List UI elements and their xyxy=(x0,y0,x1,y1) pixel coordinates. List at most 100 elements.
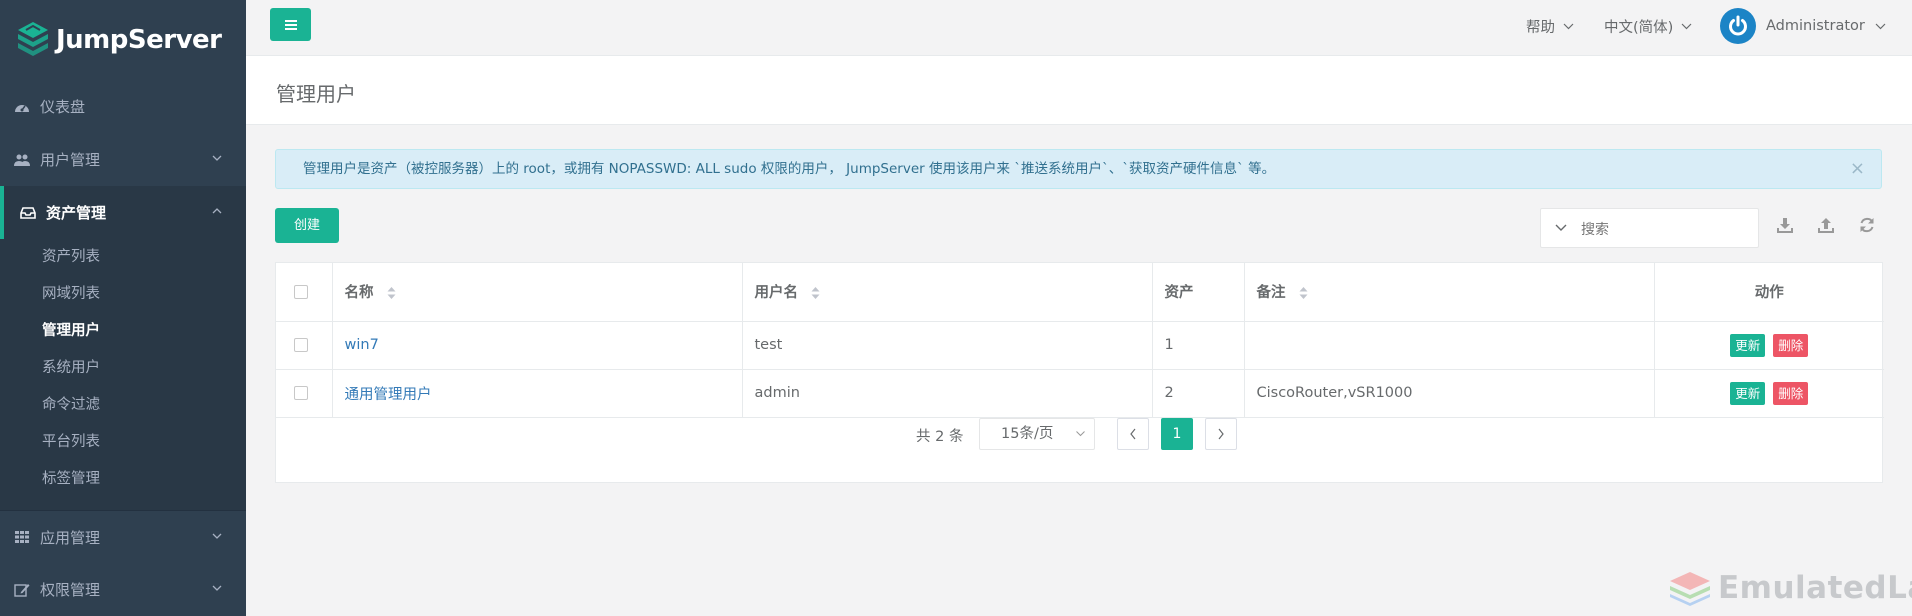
page-size-value: 15条/页 xyxy=(1001,426,1054,442)
jumpserver-logo-icon xyxy=(18,22,48,56)
download-icon[interactable] xyxy=(1776,216,1794,234)
header-label: 用户名 xyxy=(754,285,799,302)
sidebar: JumpServer 仪表盘 用户管理 资产管理 资产列表 网域列表 管理用户 … xyxy=(0,0,246,616)
admin-users-table-panel: 名称 用户名 资产 备注 动作 win7 test 1 更新 删除 通用管理用户… xyxy=(275,262,1884,483)
sidebar-item-label: 用户管理 xyxy=(40,151,101,169)
user-menu[interactable]: Administrator xyxy=(1720,0,1886,52)
search-box xyxy=(1540,208,1759,248)
row-checkbox[interactable] xyxy=(294,386,308,400)
avatar xyxy=(1720,8,1756,44)
language-label: 中文(简体) xyxy=(1604,19,1674,36)
submenu-item-system-users[interactable]: 系统用户 xyxy=(0,350,246,387)
cell-name: win7 xyxy=(332,321,743,370)
inbox-icon xyxy=(20,206,36,219)
chevron-left-icon xyxy=(1130,428,1136,440)
table-header-row: 名称 用户名 资产 备注 动作 xyxy=(276,263,1884,322)
sidebar-item-permissions[interactable]: 权限管理 xyxy=(0,563,246,616)
submenu-item-admin-users[interactable]: 管理用户 xyxy=(0,313,246,350)
column-header-username[interactable]: 用户名 xyxy=(742,263,1153,322)
cell-assets: 2 xyxy=(1152,369,1245,418)
column-header-assets: 资产 xyxy=(1152,263,1245,322)
chevron-down-icon xyxy=(212,533,222,539)
admin-users-table: 名称 用户名 资产 备注 动作 win7 test 1 更新 删除 通用管理用户… xyxy=(276,263,1884,418)
chevron-up-icon xyxy=(212,208,222,214)
cell-name: 通用管理用户 xyxy=(332,369,743,418)
update-button[interactable]: 更新 xyxy=(1730,381,1766,405)
cell-username: test xyxy=(742,321,1153,370)
next-page-button[interactable] xyxy=(1205,418,1237,450)
submenu-item-platform-list[interactable]: 平台列表 xyxy=(0,424,246,461)
info-alert: 管理用户是资产（被控服务器）上的 root，或拥有 NOPASSWD: ALL … xyxy=(275,149,1882,189)
watermark-logo-icon xyxy=(1670,572,1710,606)
app-name: JumpServer xyxy=(56,25,222,55)
chevron-right-icon xyxy=(1218,428,1224,440)
user-name-link[interactable]: win7 xyxy=(345,337,379,353)
cell-actions: 更新 删除 xyxy=(1654,321,1884,370)
page-title: 管理用户 xyxy=(276,82,356,106)
column-header-name[interactable]: 名称 xyxy=(332,263,743,322)
user-name-link[interactable]: 通用管理用户 xyxy=(345,387,432,403)
edit-icon xyxy=(14,583,30,597)
refresh-icon[interactable] xyxy=(1858,216,1876,234)
watermark-text: EmulatedLab xyxy=(1718,570,1912,606)
chevron-down-icon xyxy=(1681,23,1692,29)
language-menu[interactable]: 中文(简体) xyxy=(1604,0,1692,52)
select-all-checkbox[interactable] xyxy=(294,284,308,299)
sort-icon[interactable] xyxy=(1299,286,1308,300)
grid-icon xyxy=(15,531,29,543)
chevron-down-icon xyxy=(1875,23,1886,29)
row-checkbox[interactable] xyxy=(294,338,308,352)
cell-assets: 1 xyxy=(1152,321,1245,370)
cell-username: admin xyxy=(742,369,1153,418)
pagination: 共 2 条 15条/页 1 xyxy=(276,418,1882,452)
sidebar-item-dashboard[interactable]: 仪表盘 xyxy=(0,80,246,133)
power-icon xyxy=(1729,15,1747,36)
app-logo[interactable]: JumpServer xyxy=(0,0,246,80)
page-number-button[interactable]: 1 xyxy=(1161,418,1193,450)
pagination-total: 共 2 条 xyxy=(916,429,964,445)
submenu-item-label-management[interactable]: 标签管理 xyxy=(0,461,246,498)
chevron-down-icon xyxy=(212,155,222,161)
menu-icon xyxy=(284,19,297,30)
upload-icon[interactable] xyxy=(1817,216,1835,234)
submenu-item-command-filter[interactable]: 命令过滤 xyxy=(0,387,246,424)
select-all-cell xyxy=(276,263,333,322)
sidebar-item-label: 应用管理 xyxy=(40,528,101,547)
dashboard-icon xyxy=(15,104,29,112)
sidebar-item-applications[interactable]: 应用管理 xyxy=(0,510,246,563)
column-header-actions: 动作 xyxy=(1654,263,1884,322)
chevron-down-icon xyxy=(1076,431,1085,437)
sidebar-toggle-button[interactable] xyxy=(270,8,311,41)
chevron-down-icon[interactable] xyxy=(1555,224,1567,232)
chevron-down-icon xyxy=(212,585,222,591)
sidebar-item-label: 权限管理 xyxy=(40,581,101,599)
submenu-item-asset-list[interactable]: 资产列表 xyxy=(0,239,246,276)
help-menu[interactable]: 帮助 xyxy=(1526,0,1574,52)
close-icon[interactable]: × xyxy=(1850,150,1865,188)
header-label: 资产 xyxy=(1164,285,1194,302)
column-header-comment[interactable]: 备注 xyxy=(1244,263,1655,322)
cell-comment: CiscoRouter,vSR1000 xyxy=(1244,369,1655,418)
update-button[interactable]: 更新 xyxy=(1730,333,1766,357)
delete-button[interactable]: 删除 xyxy=(1773,381,1809,405)
page-size-select[interactable]: 15条/页 xyxy=(979,418,1095,450)
search-input[interactable] xyxy=(1581,217,1751,241)
sidebar-item-users[interactable]: 用户管理 xyxy=(0,133,246,186)
help-label: 帮助 xyxy=(1526,19,1555,36)
submenu-item-domain-list[interactable]: 网域列表 xyxy=(0,276,246,313)
prev-page-button[interactable] xyxy=(1117,418,1149,450)
sidebar-item-assets[interactable]: 资产管理 xyxy=(0,186,246,239)
table-row: win7 test 1 更新 删除 xyxy=(276,321,1884,370)
table-row: 通用管理用户 admin 2 CiscoRouter,vSR1000 更新 删除 xyxy=(276,369,1884,418)
header-label: 备注 xyxy=(1256,285,1286,302)
header-label: 动作 xyxy=(1754,285,1784,302)
create-button[interactable]: 创建 xyxy=(275,208,339,243)
sort-icon[interactable] xyxy=(387,286,396,300)
sidebar-item-label: 仪表盘 xyxy=(40,98,86,116)
delete-button[interactable]: 删除 xyxy=(1773,333,1809,357)
asset-submenu: 资产列表 网域列表 管理用户 系统用户 命令过滤 平台列表 标签管理 xyxy=(0,239,246,510)
top-navbar: 帮助 中文(简体) Administrator xyxy=(246,0,1912,56)
alert-text: 管理用户是资产（被控服务器）上的 root，或拥有 NOPASSWD: ALL … xyxy=(303,161,1276,177)
row-select-cell xyxy=(276,369,333,418)
sort-icon[interactable] xyxy=(811,286,820,300)
